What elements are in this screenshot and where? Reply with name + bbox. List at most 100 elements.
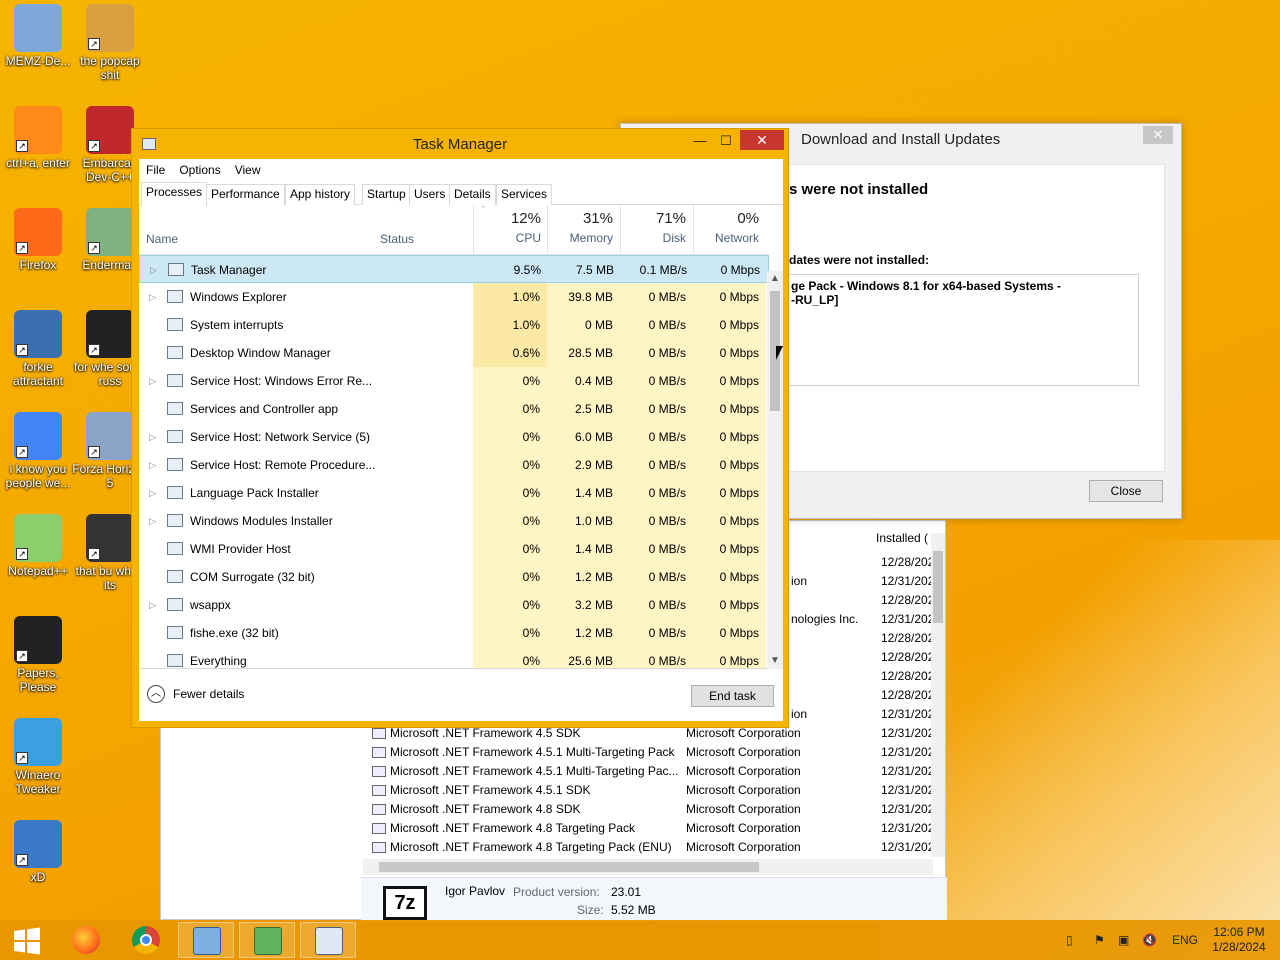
taskbar-chrome[interactable] xyxy=(118,922,174,958)
task-manager-window[interactable]: Task Manager — ☐ ✕ File Options View Proce… xyxy=(131,128,789,728)
fewer-details-button[interactable]: ︿ Fewer details xyxy=(147,685,244,703)
process-row[interactable]: Desktop Window Manager 0.6% 28.5 MB 0 MB/s 0… xyxy=(139,339,769,367)
process-net: 0 Mbps xyxy=(693,591,766,619)
process-cpu: 0% xyxy=(473,367,547,395)
maximize-icon[interactable]: ☐ xyxy=(713,132,739,152)
program-row[interactable]: Microsoft .NET Framework 4.5.1 Multi-Tar… xyxy=(366,743,938,762)
program-row[interactable]: Microsoft .NET Framework 4.8 Targeting P… xyxy=(366,819,938,838)
process-row[interactable]: ▷ Service Host: Network Service (5) 0% 6.0 … xyxy=(139,423,769,451)
tab-performance[interactable]: Performance xyxy=(206,184,285,205)
process-row[interactable]: ▷ Windows Modules Installer 0% 1.0 MB 0 MB/s… xyxy=(139,507,769,535)
process-row[interactable]: ▷ Service Host: Remote Procedure... 0% 2.9 … xyxy=(139,451,769,479)
process-row[interactable]: Everything 0% 25.6 MB 0 MB/s 0 Mbps xyxy=(139,647,769,668)
close-icon[interactable]: ✕ xyxy=(740,130,784,150)
desktop-icon-popcap[interactable]: ↗ the popcap shit xyxy=(72,4,148,82)
forkie-icon: ↗ xyxy=(14,310,62,358)
programs-horizontal-scrollbar[interactable] xyxy=(363,859,933,875)
desktop-icon-xd[interactable]: ↗ xD xyxy=(0,820,76,884)
network-icon[interactable]: ▣ xyxy=(1118,920,1129,960)
process-row[interactable]: ▷ wsappx 0% 3.2 MB 0 MB/s 0 Mbps xyxy=(139,591,769,619)
process-row[interactable]: Services and Controller app 0% 2.5 MB 0 MB/… xyxy=(139,395,769,423)
menu-view[interactable]: View xyxy=(228,159,268,181)
process-name: System interrupts xyxy=(190,318,284,332)
process-net: 0 Mbps xyxy=(720,263,760,277)
process-disk: 0 MB/s xyxy=(620,339,693,367)
task-manager-footer: ︿ Fewer details End task xyxy=(139,669,783,721)
show-hidden-icons-icon[interactable]: ▯ xyxy=(1066,920,1073,960)
process-cpu: 0% xyxy=(473,507,547,535)
expand-chevron-icon[interactable]: ▷ xyxy=(149,283,156,311)
process-row[interactable]: WMI Provider Host 0% 1.4 MB 0 MB/s 0 Mbps xyxy=(139,535,769,563)
menu-file[interactable]: File xyxy=(139,159,172,181)
taskbar-control-panel[interactable] xyxy=(178,922,234,958)
updates-close-button[interactable]: Close xyxy=(1089,480,1163,502)
column-cpu[interactable]: 12% CPU xyxy=(475,205,541,245)
tab-users[interactable]: Users xyxy=(409,184,451,205)
program-row[interactable]: Microsoft .NET Framework 4.8 SDK Microsof… xyxy=(366,800,938,819)
desktop-icon-forkie[interactable]: ↗ forkie attractant xyxy=(0,310,76,388)
end-task-button[interactable]: End task xyxy=(691,685,774,707)
column-disk[interactable]: 71% Disk xyxy=(622,205,686,245)
programs-vertical-scrollbar[interactable] xyxy=(931,533,945,857)
updates-close-icon[interactable]: ✕ xyxy=(1143,126,1173,144)
program-row[interactable]: Microsoft .NET Framework 4.8 Targeting P… xyxy=(366,838,938,857)
expand-chevron-icon[interactable]: ▷ xyxy=(150,256,157,284)
column-name[interactable]: Name xyxy=(146,232,178,246)
process-icon xyxy=(167,430,183,443)
minimize-icon[interactable]: — xyxy=(687,132,713,152)
clock[interactable]: 12:06 PM 1/28/2024 xyxy=(1204,925,1274,955)
process-row[interactable]: COM Surrogate (32 bit) 0% 1.2 MB 0 MB/s 0 Mb… xyxy=(139,563,769,591)
process-net: 0 Mbps xyxy=(693,563,766,591)
tab-startup[interactable]: Startup xyxy=(362,184,411,205)
program-row[interactable]: Microsoft .NET Framework 4.5.1 SDK Micros… xyxy=(366,781,938,800)
expand-chevron-icon[interactable]: ▷ xyxy=(149,451,156,479)
desktop-icon-firefox[interactable]: ↗ Firefox xyxy=(0,208,76,272)
tab-processes[interactable]: Processes xyxy=(141,182,208,206)
expand-chevron-icon[interactable]: ▷ xyxy=(149,479,156,507)
recycle-bin-icon xyxy=(14,4,62,52)
program-details-pane: 7z Igor Pavlov Product version: 23.01 Si… xyxy=(361,877,947,921)
column-memory[interactable]: 31% Memory xyxy=(549,205,613,245)
installed-column-header[interactable]: Installed ( xyxy=(876,531,928,545)
action-center-flag-icon[interactable]: ⚑ xyxy=(1094,920,1105,960)
column-network[interactable]: 0% Network xyxy=(695,205,759,245)
program-icon xyxy=(372,747,386,758)
taskbar-firefox[interactable] xyxy=(58,922,114,958)
taskbar-task-manager[interactable] xyxy=(300,922,356,958)
failed-updates-list[interactable]: ge Pack - Windows 8.1 for x64-based Syst… xyxy=(784,274,1139,386)
process-scrollbar[interactable]: ▲ ▼ xyxy=(767,271,783,669)
desktop-icon-recycle-bin[interactable]: MEMZ-De... xyxy=(0,4,76,68)
start-button[interactable] xyxy=(2,922,58,958)
desktop-icon-notepadpp[interactable]: ↗ Notepad++ xyxy=(0,514,76,578)
expand-chevron-icon[interactable]: ▷ xyxy=(149,507,156,535)
shortcut-arrow-icon: ↗ xyxy=(16,344,28,356)
program-row[interactable]: Microsoft .NET Framework 4.5.1 Multi-Tar… xyxy=(366,762,938,781)
process-grid: Name Status ˇ 12% CPU 31% Memory 71% Dis… xyxy=(139,205,783,669)
program-publisher: Microsoft Corporation xyxy=(686,745,801,759)
language-indicator[interactable]: ENG xyxy=(1172,920,1198,960)
column-status[interactable]: Status xyxy=(380,232,414,246)
tab-app-history[interactable]: App history xyxy=(285,184,356,205)
process-row[interactable]: System interrupts 1.0% 0 MB 0 MB/s 0 Mbps xyxy=(139,311,769,339)
process-row[interactable]: ▷ Task Manager 9.5% 7.5 MB 0.1 MB/s 0 Mbps xyxy=(139,255,769,283)
tab-services[interactable]: Services xyxy=(496,184,553,205)
process-mem: 1.4 MB xyxy=(547,479,620,507)
desktop-icon-winaero[interactable]: ↗ Winaero Tweaker xyxy=(0,718,76,796)
scroll-down-icon[interactable]: ▼ xyxy=(767,653,783,669)
process-row[interactable]: ▷ Language Pack Installer 0% 1.4 MB 0 MB/s 0 … xyxy=(139,479,769,507)
process-row[interactable]: ▷ Service Host: Windows Error Re... 0% 0.4 … xyxy=(139,367,769,395)
taskbar-windows-update[interactable] xyxy=(239,922,295,958)
desktop-icon-chrome[interactable]: ↗ i know you people we... xyxy=(0,412,76,490)
desktop-icon-papers-please[interactable]: ↗ Papers, Please xyxy=(0,616,76,694)
expand-chevron-icon[interactable]: ▷ xyxy=(149,367,156,395)
menu-options[interactable]: Options xyxy=(172,159,227,181)
process-row[interactable]: ▷ Windows Explorer 1.0% 39.8 MB 0 MB/s 0 Mbps xyxy=(139,283,769,311)
tab-details[interactable]: Details xyxy=(449,184,496,205)
process-row[interactable]: fishe.exe (32 bit) 0% 1.2 MB 0 MB/s 0 Mbps xyxy=(139,619,769,647)
desktop-icon-ctrl-a[interactable]: ↗ ctrl+a, enter xyxy=(0,106,76,170)
expand-chevron-icon[interactable]: ▷ xyxy=(149,423,156,451)
volume-muted-icon[interactable]: 🔇 xyxy=(1142,920,1157,960)
expand-chevron-icon[interactable]: ▷ xyxy=(149,591,156,619)
shortcut-arrow-icon: ↗ xyxy=(16,446,28,458)
scroll-up-icon[interactable]: ▲ xyxy=(767,271,783,287)
